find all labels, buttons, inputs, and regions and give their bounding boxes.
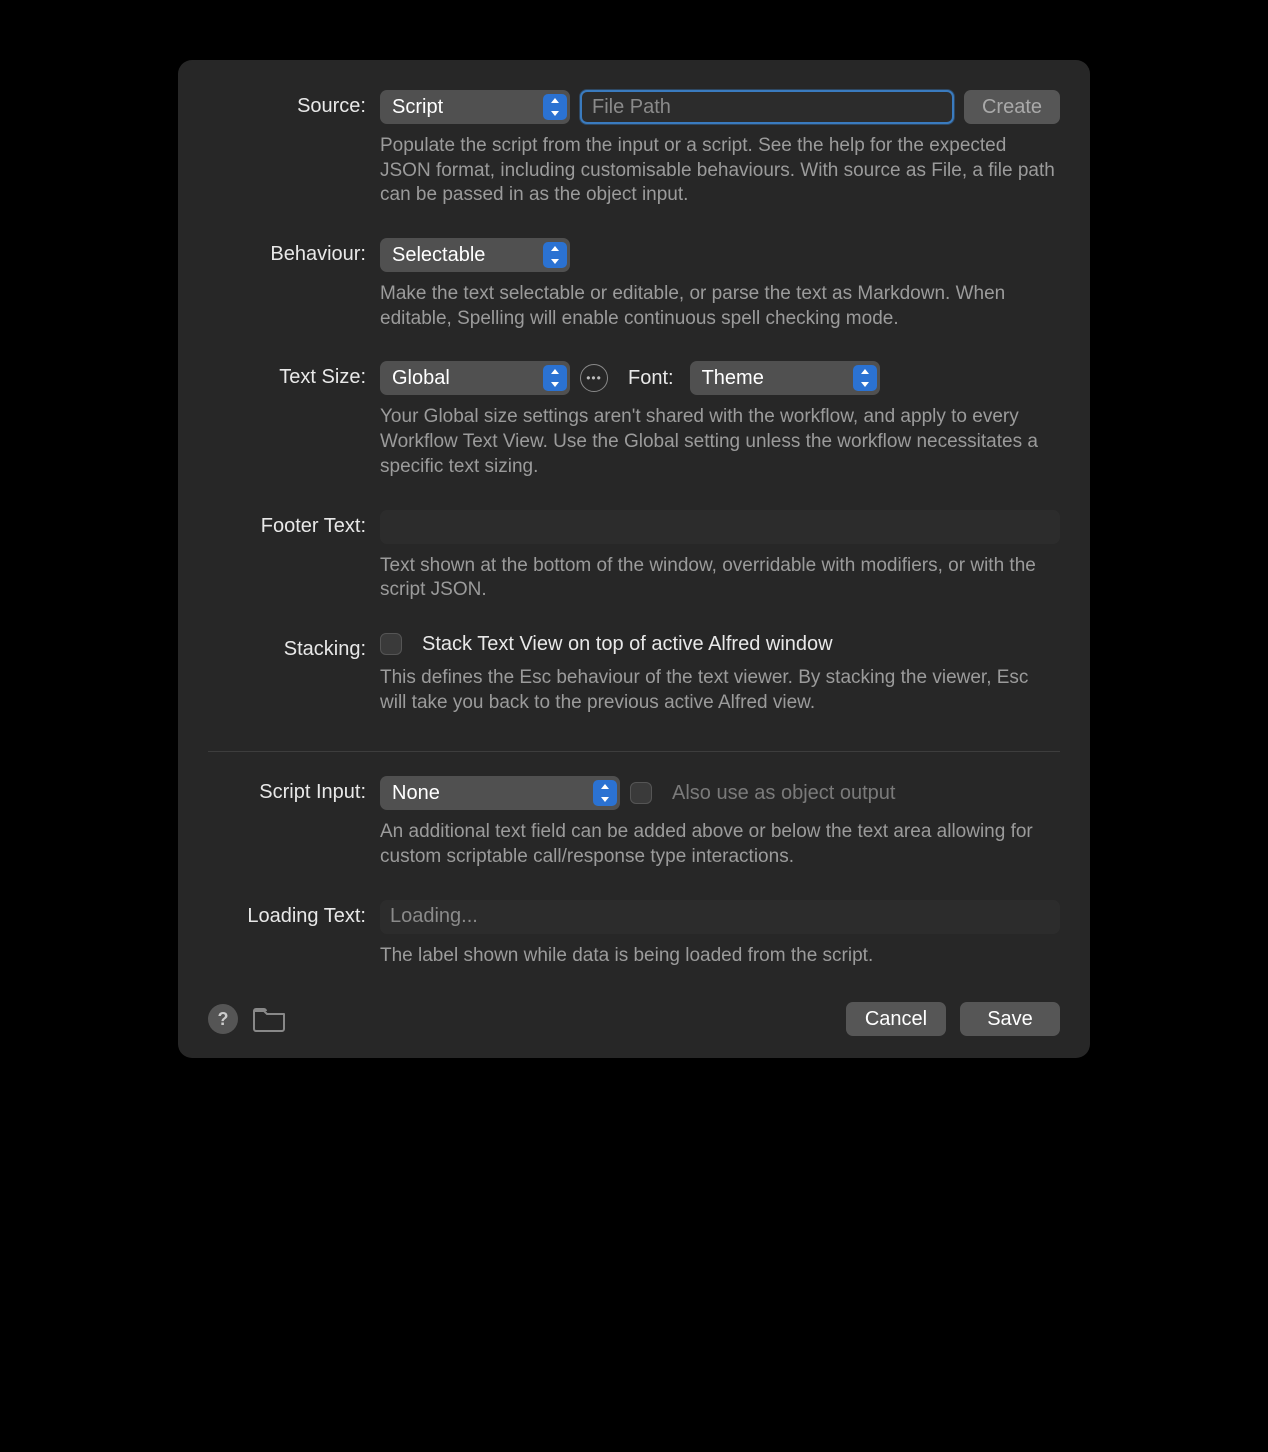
source-help-text: Populate the script from the input or a … <box>380 134 1060 208</box>
chevron-up-down-icon <box>543 242 567 268</box>
behaviour-help-text: Make the text selectable or editable, or… <box>380 282 1060 331</box>
footertext-label: Footer Text: <box>208 510 380 538</box>
file-path-input[interactable] <box>580 90 954 124</box>
more-options-button[interactable]: ••• <box>580 364 608 392</box>
stacking-checkbox[interactable] <box>380 633 402 655</box>
scriptinput-label: Script Input: <box>208 776 380 804</box>
footertext-help-text: Text shown at the bottom of the window, … <box>380 554 1060 603</box>
textsize-help-text: Your Global size settings aren't shared … <box>380 405 1060 479</box>
chevron-up-down-icon <box>543 94 567 120</box>
scriptinput-help-text: An additional text field can be added ab… <box>380 820 1060 869</box>
section-divider <box>208 751 1060 752</box>
font-select[interactable]: Theme <box>690 361 880 395</box>
scriptinput-select-value: None <box>392 782 440 805</box>
loading-text-input[interactable] <box>380 900 1060 934</box>
help-button[interactable]: ? <box>208 1004 238 1034</box>
textsize-label: Text Size: <box>208 361 380 389</box>
font-label: Font: <box>628 367 674 390</box>
scriptinput-select[interactable]: None <box>380 776 620 810</box>
loadingtext-help-text: The label shown while data is being load… <box>380 944 1060 969</box>
textsize-select-value: Global <box>392 367 450 390</box>
source-select-value: Script <box>392 96 443 119</box>
behaviour-select[interactable]: Selectable <box>380 238 570 272</box>
behaviour-select-value: Selectable <box>392 244 485 267</box>
save-button[interactable]: Save <box>960 1002 1060 1036</box>
font-select-value: Theme <box>702 367 764 390</box>
stacking-checkbox-label: Stack Text View on top of active Alfred … <box>422 633 833 656</box>
source-select[interactable]: Script <box>380 90 570 124</box>
stacking-label: Stacking: <box>208 633 380 661</box>
object-output-checkbox-label: Also use as object output <box>672 782 895 805</box>
loadingtext-label: Loading Text: <box>208 900 380 928</box>
behaviour-label: Behaviour: <box>208 238 380 266</box>
settings-panel: Source: Script Create Populate the scrip… <box>178 60 1090 1058</box>
stacking-help-text: This defines the Esc behaviour of the te… <box>380 666 1060 715</box>
chevron-up-down-icon <box>543 365 567 391</box>
create-button[interactable]: Create <box>964 90 1060 124</box>
chevron-up-down-icon <box>853 365 877 391</box>
textsize-select[interactable]: Global <box>380 361 570 395</box>
folder-icon[interactable] <box>252 1006 286 1032</box>
cancel-button[interactable]: Cancel <box>846 1002 946 1036</box>
object-output-checkbox[interactable] <box>630 782 652 804</box>
footer-text-input[interactable] <box>380 510 1060 544</box>
chevron-up-down-icon <box>593 780 617 806</box>
source-label: Source: <box>208 90 380 118</box>
